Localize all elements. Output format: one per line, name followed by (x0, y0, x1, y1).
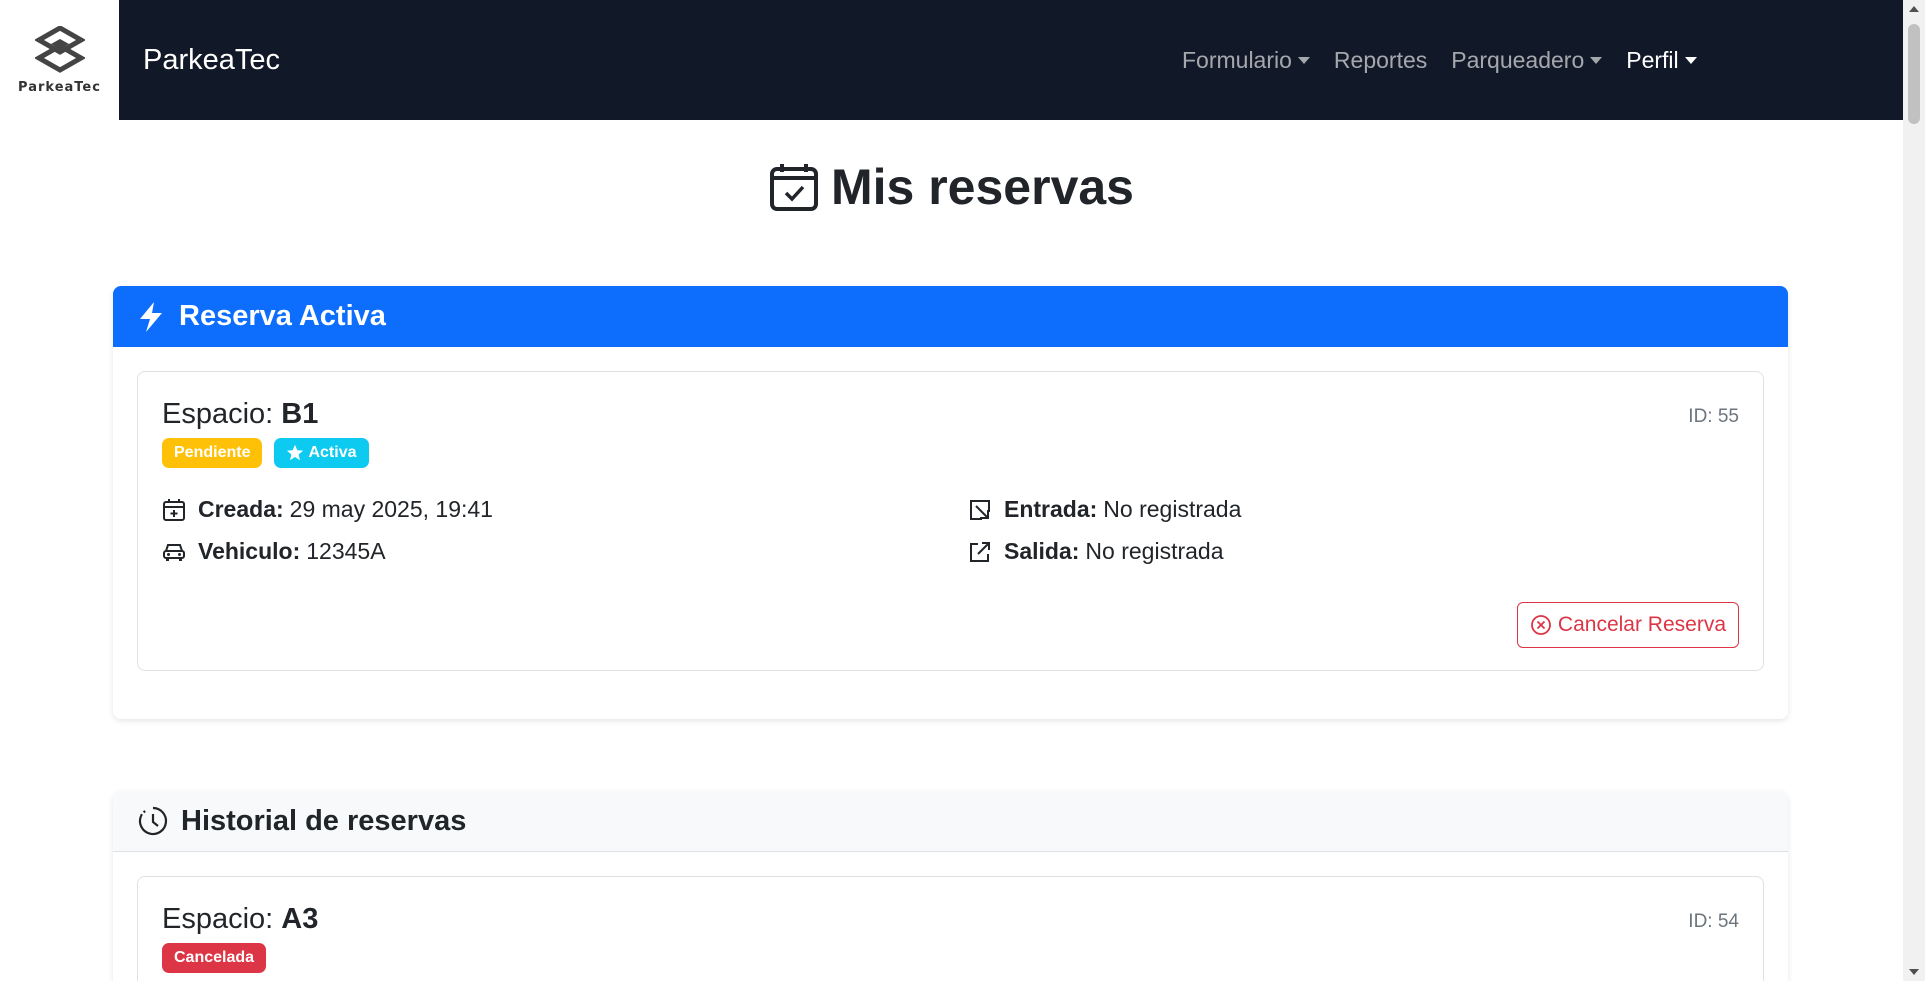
brand-link[interactable]: ParkeaTec (143, 44, 280, 77)
history-space-line: Espacio: A3 (162, 903, 318, 936)
chevron-down-icon (1297, 56, 1310, 64)
entry-label: Entrada: (1004, 496, 1098, 522)
scrollbar[interactable] (1903, 0, 1925, 981)
navbar: ParkeaTec ParkeaTec Formulario Reportes … (0, 0, 1903, 120)
history-item: Espacio: A3 ID: 54 Cancelada (137, 876, 1764, 981)
history-title: Historial de reservas (181, 804, 467, 837)
nav-parqueadero-dropdown[interactable]: Parqueadero (1439, 47, 1614, 74)
exit-value: No registrada (1085, 538, 1224, 564)
status-badge-cancelled: Cancelada (162, 943, 267, 973)
active-reservation-title: Reserva Activa (179, 300, 386, 332)
exit-label: Salida: (1004, 538, 1080, 564)
reservation-item: Espacio: B1 ID: 55 Pendiente Activa Crea… (137, 371, 1764, 671)
x-circle-icon (1531, 615, 1551, 635)
star-icon (287, 444, 304, 461)
status-badge-active: Activa (274, 438, 369, 468)
nav-perfil-label: Perfil (1626, 46, 1679, 73)
nav-reportes-label: Reportes (1333, 46, 1428, 73)
chevron-down-icon (1684, 56, 1697, 64)
exit-detail: Salida: No registrada (968, 538, 1224, 565)
space-line: Espacio: B1 (162, 398, 318, 431)
history-space-value: A3 (281, 903, 319, 935)
history-status-badges: Cancelada (162, 943, 267, 973)
nav-reportes-link[interactable]: Reportes (1322, 47, 1439, 74)
history-space-label: Espacio: (162, 903, 274, 935)
scroll-up-arrow-icon[interactable] (1909, 6, 1919, 12)
status-badge-pending: Pendiente (162, 438, 263, 468)
logo[interactable]: ParkeaTec (0, 0, 119, 120)
active-reservation-header: Reserva Activa (113, 286, 1788, 347)
nav-formulario-label: Formulario (1182, 46, 1292, 73)
nav-formulario-dropdown[interactable]: Formulario (1170, 47, 1322, 74)
scroll-down-arrow-icon[interactable] (1909, 969, 1919, 975)
created-value: 29 may 2025, 19:41 (289, 496, 493, 522)
active-reservation-card: Reserva Activa Espacio: B1 ID: 55 Pendie… (113, 286, 1788, 719)
page-title: Mis reservas (0, 158, 1903, 216)
status-badge-active-label: Activa (308, 444, 357, 461)
space-value: B1 (281, 398, 319, 430)
cancel-reservation-button[interactable]: Cancelar Reserva (1516, 602, 1739, 648)
parkeatec-logo-icon (34, 25, 85, 73)
logo-text: ParkeaTec (18, 79, 101, 95)
nav-parqueadero-label: Parqueadero (1451, 46, 1585, 73)
box-arrow-up-right-icon (970, 541, 990, 562)
clock-history-icon (138, 806, 168, 836)
created-detail: Creada: 29 may 2025, 19:41 (162, 496, 493, 523)
car-icon (163, 543, 185, 561)
vehicle-label: Vehiculo: (198, 538, 301, 564)
created-label: Creada: (198, 496, 284, 522)
reservation-id: ID: 55 (1688, 406, 1739, 427)
nav-links: Formulario Reportes Parqueadero Perfil (1170, 0, 1709, 120)
vehicle-detail: Vehiculo: 12345A (162, 538, 386, 565)
lightning-icon (140, 301, 162, 332)
page-title-text: Mis reservas (830, 159, 1134, 215)
status-badges: Pendiente Activa (162, 438, 369, 468)
history-reservation-id: ID: 54 (1688, 911, 1739, 932)
cancel-reservation-label: Cancelar Reserva (1557, 613, 1726, 636)
nav-perfil-dropdown[interactable]: Perfil (1614, 47, 1708, 74)
entry-detail: Entrada: No registrada (968, 496, 1241, 523)
box-arrow-in-down-right-icon (970, 499, 990, 520)
entry-value: No registrada (1103, 496, 1242, 522)
space-label: Espacio: (162, 398, 274, 430)
scroll-thumb[interactable] (1908, 24, 1920, 124)
history-header: Historial de reservas (113, 791, 1788, 852)
chevron-down-icon (1590, 56, 1603, 64)
history-card: Historial de reservas Espacio: A3 ID: 54… (113, 791, 1788, 981)
calendar-check-icon (769, 164, 818, 211)
vehicle-value: 12345A (306, 538, 386, 564)
calendar-plus-icon (163, 498, 185, 521)
